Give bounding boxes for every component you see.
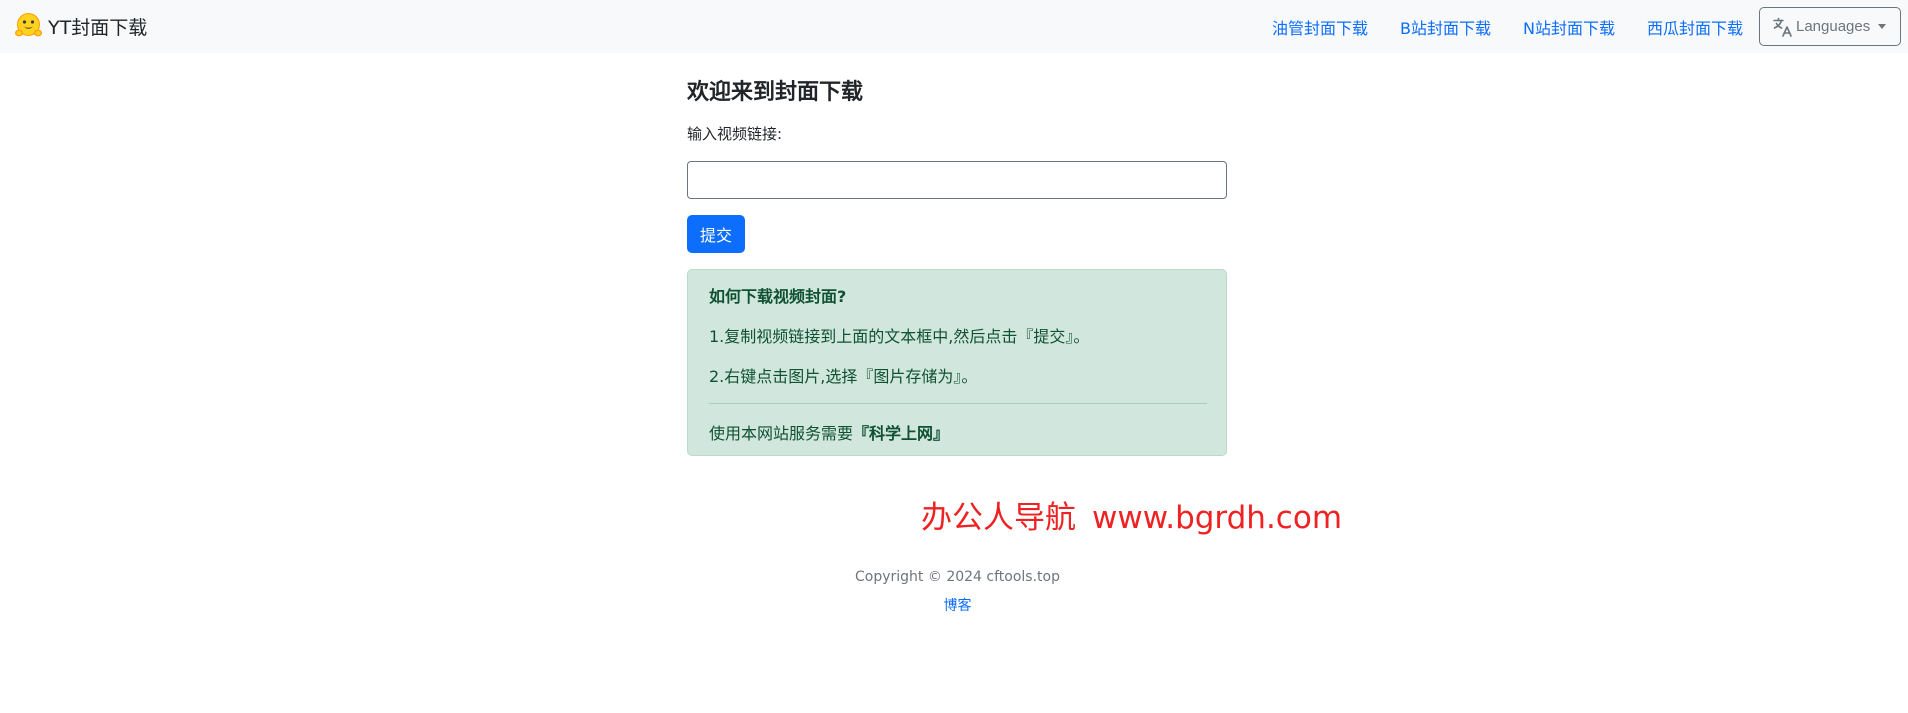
watermark-url: www.bgrdh.com (1092, 500, 1343, 536)
languages-label: Languages (1796, 18, 1871, 35)
blog-link[interactable]: 博客 (944, 598, 972, 614)
video-link-label: 输入视频链接: (687, 125, 783, 143)
nav-links: 油管封面下载 B站封面下载 N站封面下载 西瓜封面下载 Languages (1272, 0, 1908, 53)
hugging-face-emoji-icon (14, 12, 43, 41)
nav-link-youtube[interactable]: 油管封面下载 (1272, 15, 1368, 39)
brand-link[interactable]: YT封面下载 (14, 10, 147, 42)
translate-icon (1772, 16, 1794, 38)
help-note-strong: 『科学上网』 (853, 424, 950, 443)
languages-dropdown-button[interactable]: Languages (1759, 7, 1901, 46)
footer-blog: 博客 (0, 595, 1908, 615)
nav-link-bilibili[interactable]: B站封面下载 (1400, 15, 1491, 39)
nav-link-xigua[interactable]: 西瓜封面下载 (1647, 15, 1743, 39)
page-title: 欢迎来到封面下载 (687, 80, 864, 105)
footer-copyright: Copyright © 2024 cftools.top (855, 569, 1060, 585)
help-heading: 如何下载视频封面? (709, 287, 847, 306)
help-note-prefix: 使用本网站服务需要 (709, 424, 854, 443)
submit-button[interactable]: 提交 (687, 215, 745, 253)
help-step-1: 1.复制视频链接到上面的文本框中,然后点击『提交』。 (709, 327, 1090, 346)
watermark-cn: 办公人导航 (921, 500, 1076, 536)
help-step-2: 2.右键点击图片,选择『图片存储为』。 (709, 367, 978, 386)
caret-down-icon (1878, 24, 1887, 29)
help-note: 使用本网站服务需要『科学上网』 (709, 420, 949, 444)
watermark: 办公人导航 www.bgrdh.com (921, 492, 1342, 537)
help-alert: 如何下载视频封面? 1.复制视频链接到上面的文本框中,然后点击『提交』。 2.右… (687, 269, 1227, 456)
video-link-input[interactable] (687, 161, 1227, 199)
navbar: YT封面下载 油管封面下载 B站封面下载 N站封面下载 西瓜封面下载 Langu… (0, 0, 1908, 53)
help-divider (709, 403, 1207, 404)
brand-text: YT封面下载 (48, 16, 148, 39)
nav-link-niconico[interactable]: N站封面下载 (1523, 15, 1615, 39)
